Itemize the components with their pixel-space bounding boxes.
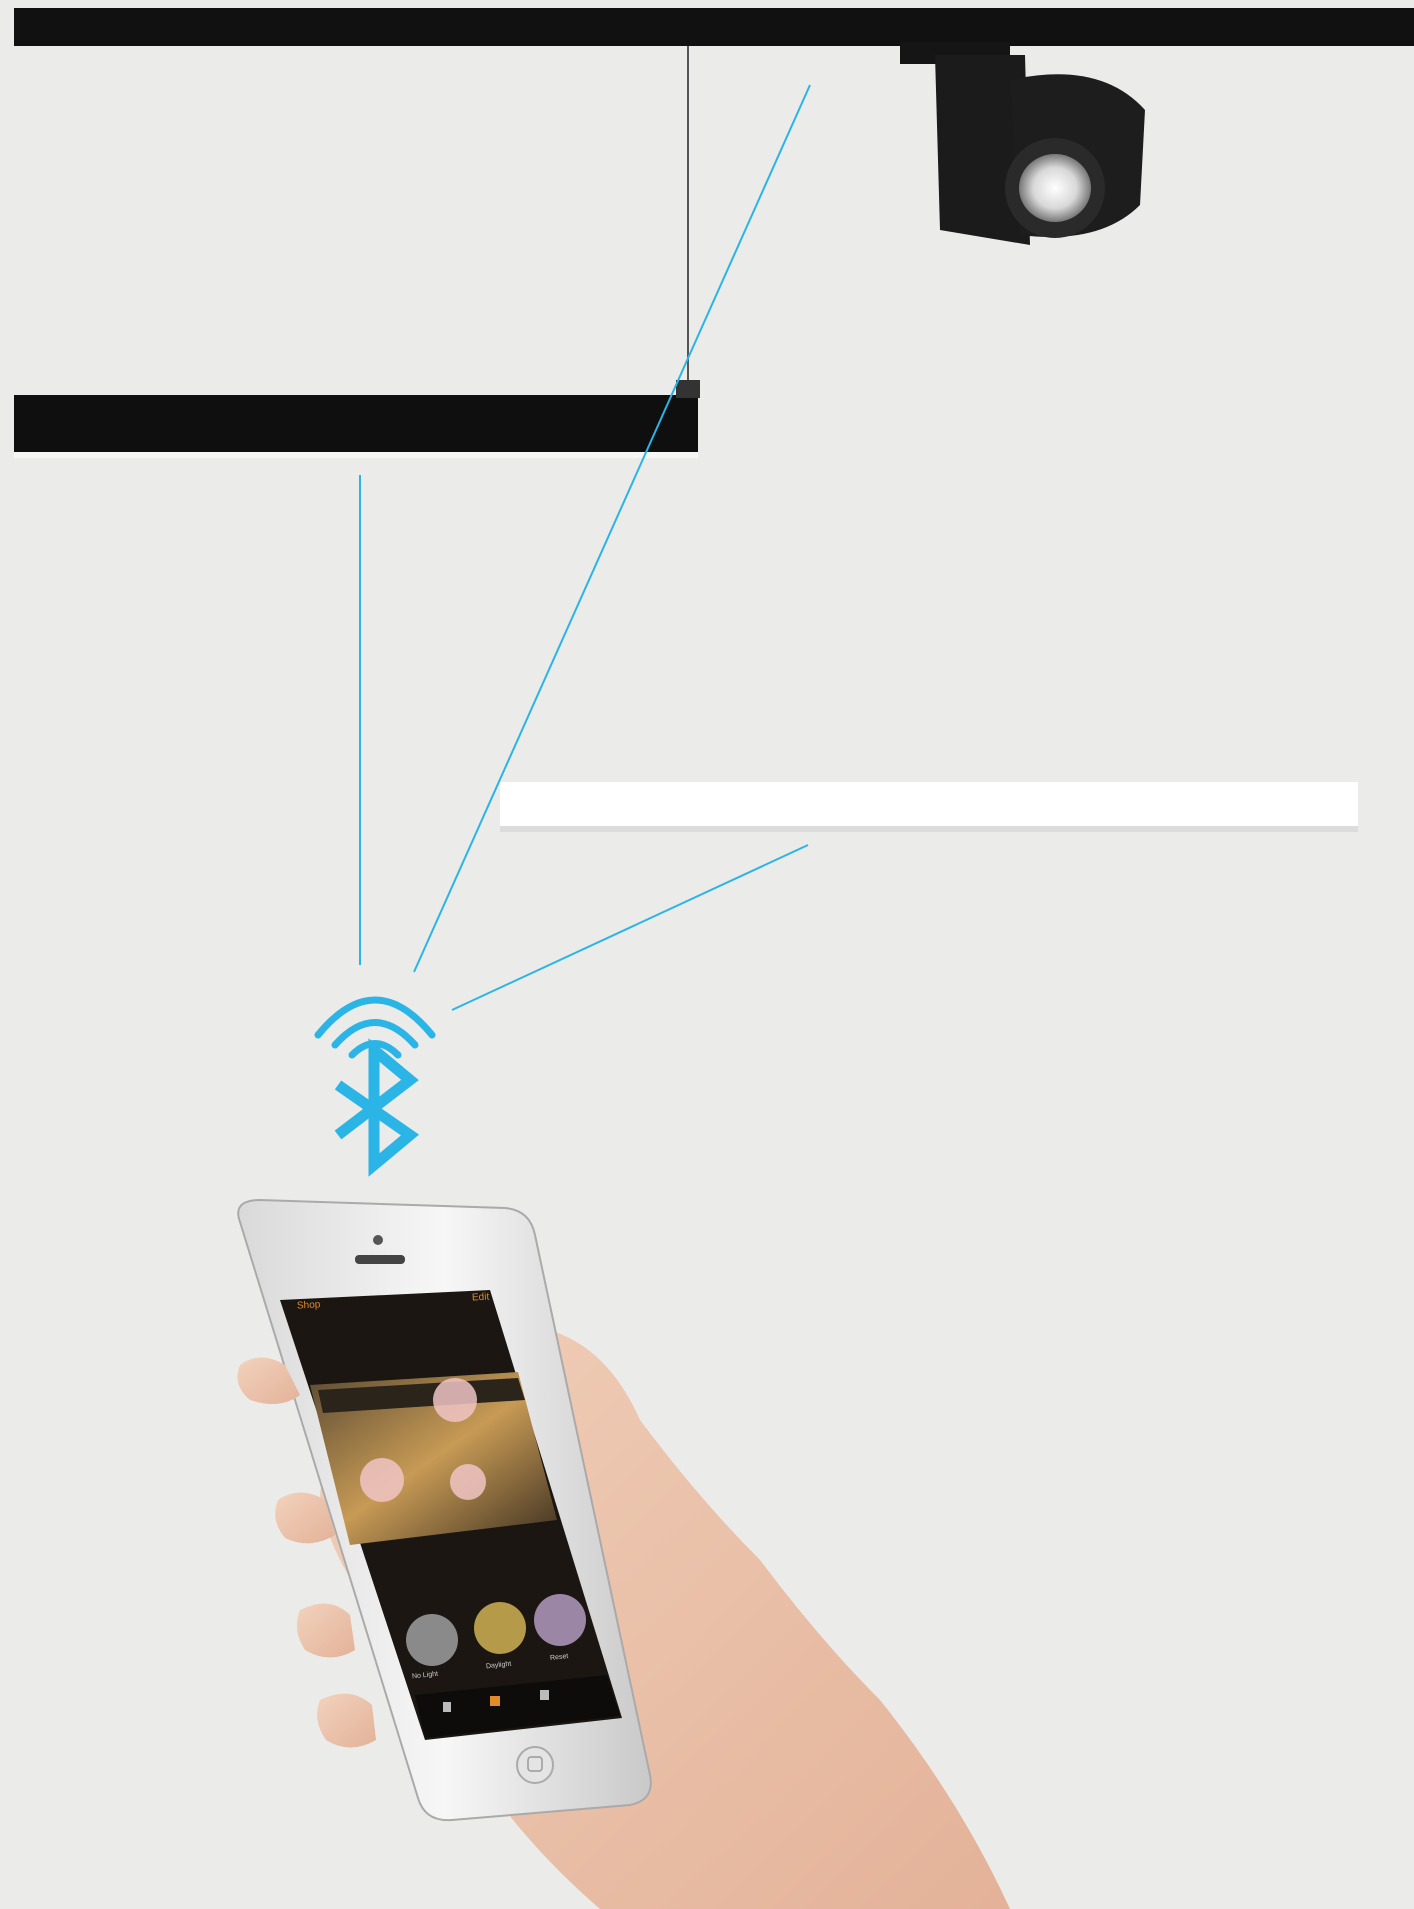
- app-header-right[interactable]: Edit: [472, 1292, 490, 1304]
- track-spotlight: [900, 42, 1145, 245]
- scene-button-no-light[interactable]: [406, 1614, 458, 1666]
- scene-button-reset[interactable]: [534, 1594, 586, 1646]
- illustration: [14, 8, 1414, 1909]
- tab-icon-1[interactable]: [443, 1702, 451, 1712]
- lighting-control-scene: Shop Edit No Light Daylight Reset: [0, 0, 1414, 1909]
- signal-lines: [359, 84, 811, 1011]
- ceiling-track: [14, 8, 1414, 46]
- tab-icon-3[interactable]: [540, 1690, 549, 1700]
- home-button[interactable]: [516, 1746, 554, 1784]
- white-linear-fixture: [500, 782, 1358, 832]
- bluetooth-icon: [334, 1038, 420, 1177]
- app-header-left[interactable]: Shop: [297, 1299, 321, 1311]
- scene-button-daylight[interactable]: [474, 1602, 526, 1654]
- tab-icon-2[interactable]: [490, 1696, 500, 1706]
- black-linear-pendant: [14, 380, 700, 458]
